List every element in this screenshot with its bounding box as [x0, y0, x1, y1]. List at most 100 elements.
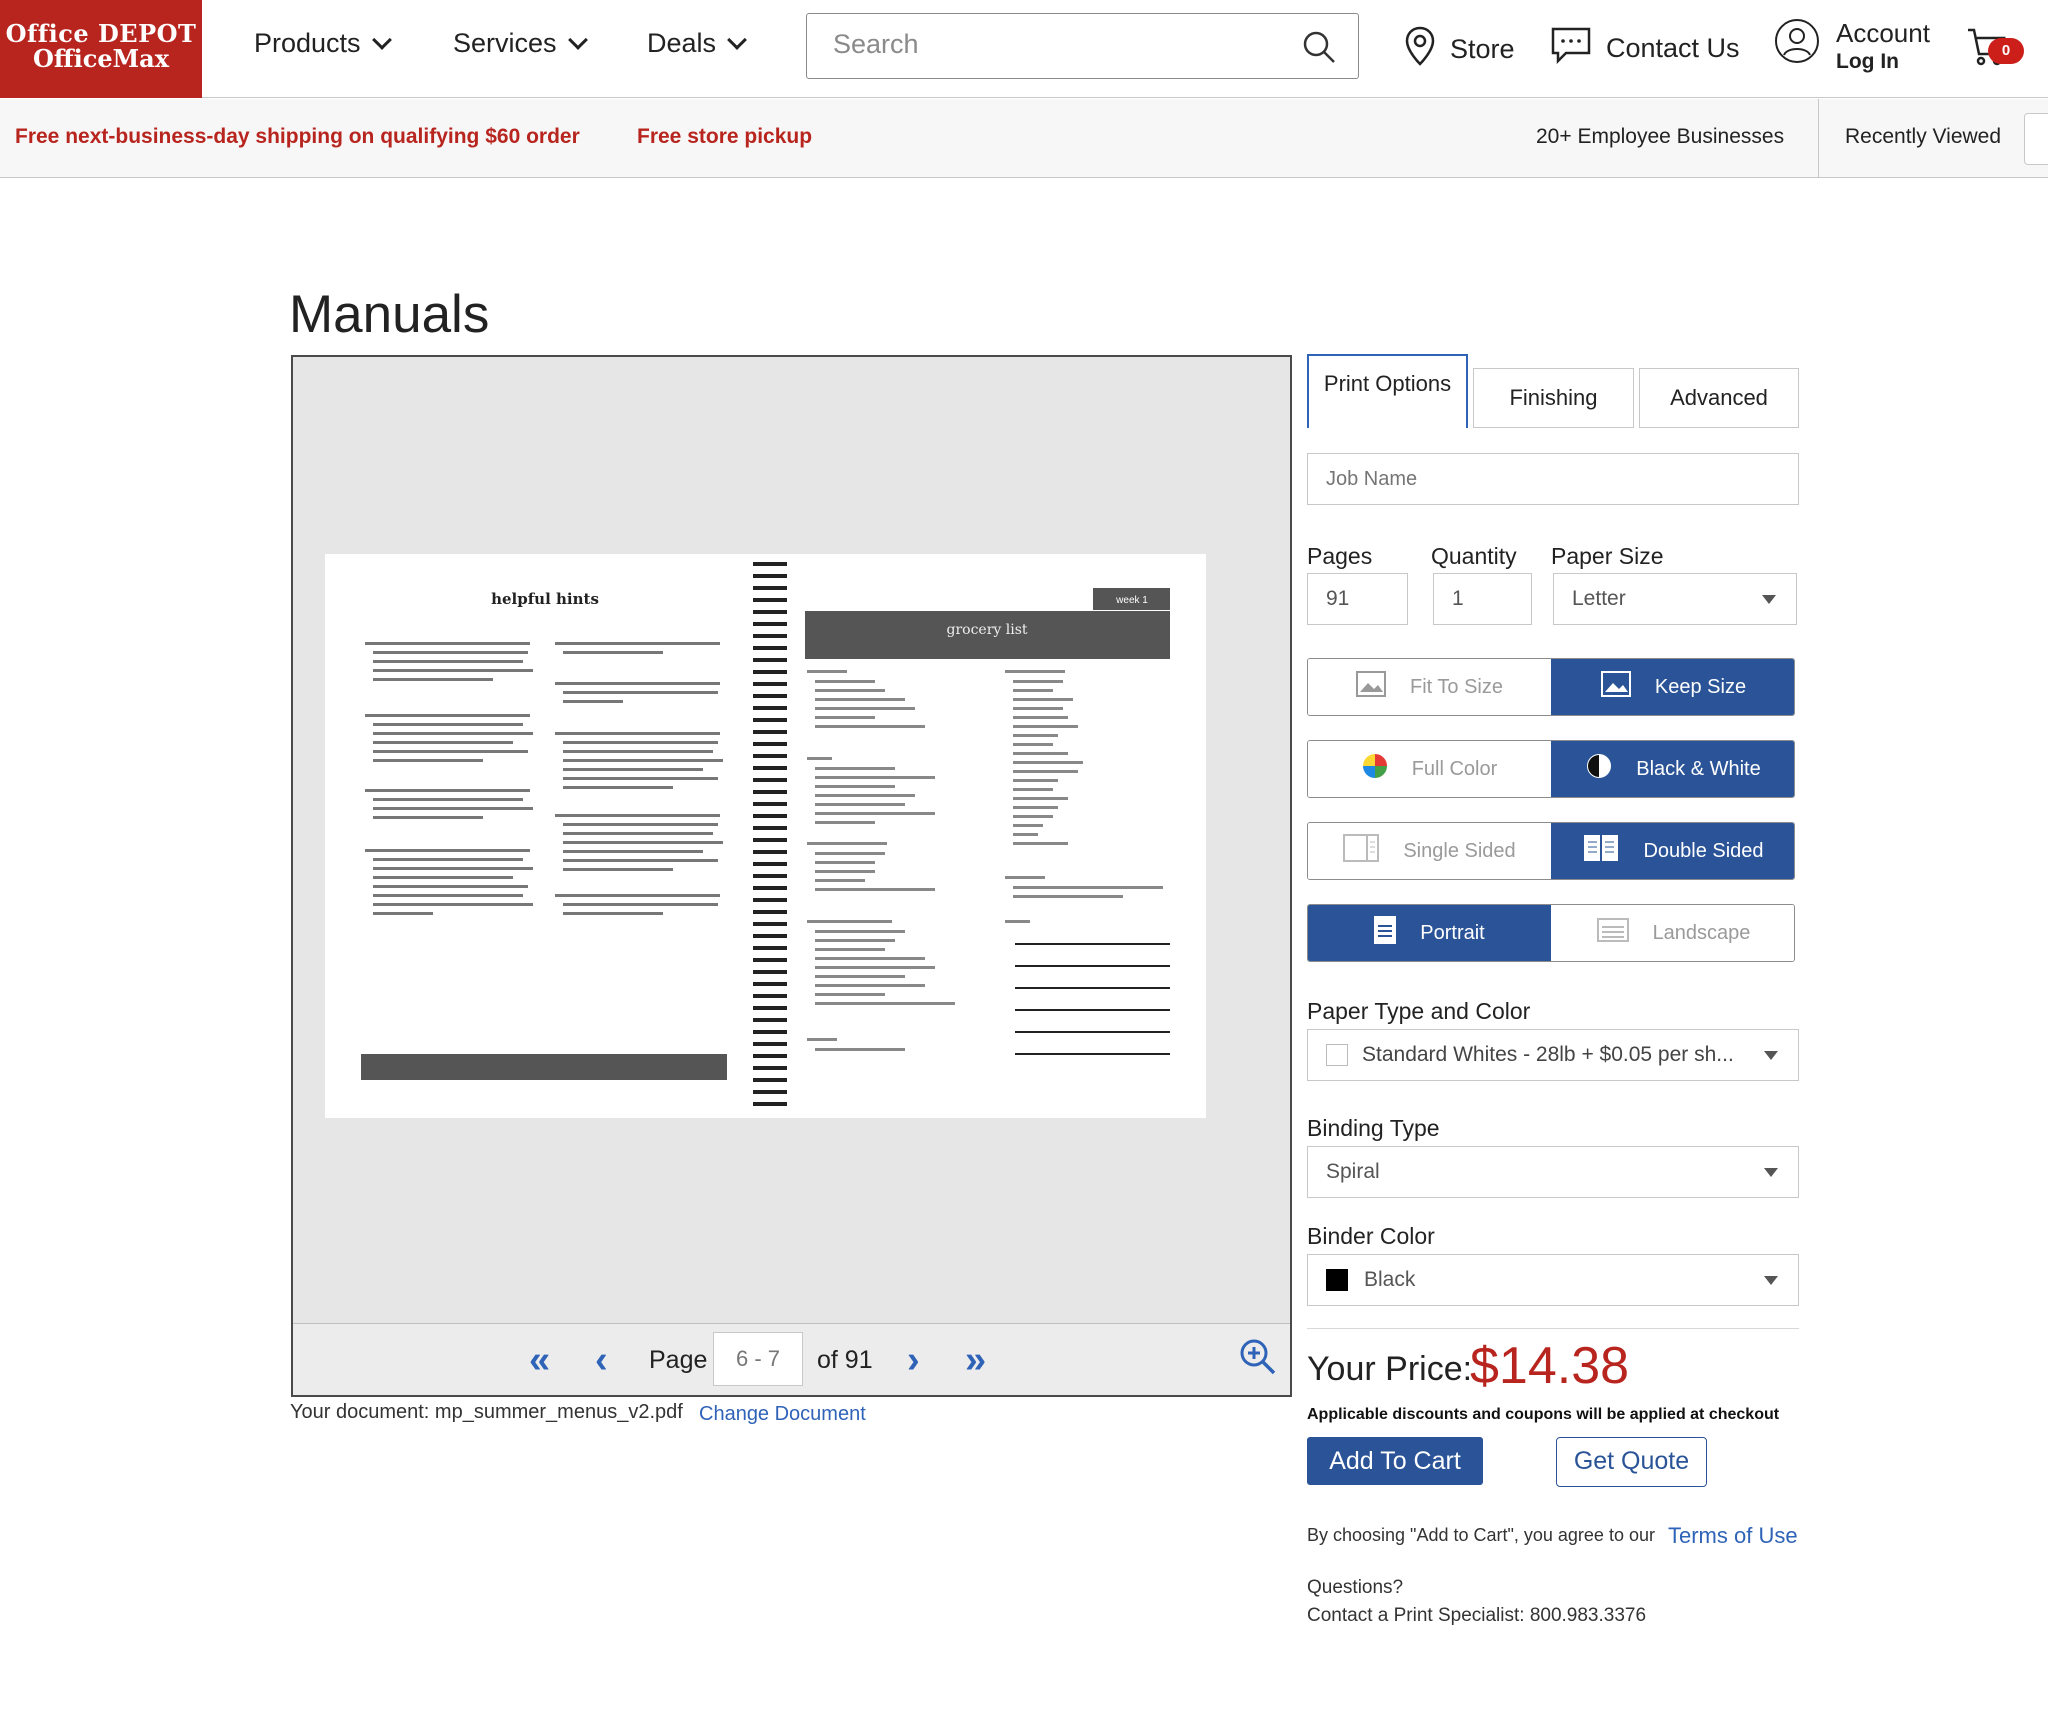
document-name: Your document: mp_summer_menus_v2.pdf: [290, 1401, 683, 1423]
document-page-image: helpful hints week 1 grocery list: [361, 562, 1170, 1106]
single-sided-label: Single Sided: [1403, 839, 1516, 862]
paper-size-select[interactable]: Letter: [1553, 573, 1797, 625]
account-menu[interactable]: Account Log In: [1774, 18, 1930, 73]
contrast-icon: [1586, 753, 1612, 785]
paper-size-value: Letter: [1572, 587, 1626, 610]
job-name-input[interactable]: [1307, 453, 1799, 505]
paper-swatch: [1326, 1044, 1348, 1066]
print-specialist-contact: Contact a Print Specialist: 800.983.3376: [1307, 1605, 1647, 1626]
binding-type-label: Binding Type: [1307, 1115, 1440, 1141]
binding-type-select[interactable]: Spiral: [1307, 1146, 1799, 1198]
fit-to-size-option[interactable]: Fit To Size: [1308, 659, 1551, 715]
previous-page-icon[interactable]: ‹: [595, 1341, 608, 1379]
page-label: Page: [649, 1346, 708, 1374]
user-icon: [1774, 19, 1820, 68]
binder-color-label: Binder Color: [1307, 1223, 1435, 1249]
cart-button[interactable]: 0: [1966, 26, 2024, 73]
price-divider: [1307, 1328, 1799, 1329]
next-page-icon[interactable]: ›: [907, 1341, 920, 1379]
binding-type-value: Spiral: [1326, 1160, 1380, 1183]
paper-type-label: Paper Type and Color: [1307, 998, 1531, 1024]
double-sided-label: Double Sided: [1643, 839, 1764, 862]
double-sided-option[interactable]: Double Sided: [1551, 823, 1794, 879]
document-preview: helpful hints week 1 grocery list « ‹ Pa…: [291, 355, 1292, 1397]
business-link[interactable]: 20+ Employee Businesses: [1536, 125, 1784, 149]
tab-finishing[interactable]: Finishing: [1473, 368, 1634, 428]
landscape-option[interactable]: Landscape: [1551, 905, 1794, 961]
dropdown-caret-icon: [1764, 1051, 1778, 1060]
recently-viewed-toggle[interactable]: [2024, 113, 2048, 165]
keep-size-label: Keep Size: [1654, 675, 1747, 698]
nav-deals-label: Deals: [647, 28, 717, 58]
get-quote-button[interactable]: Get Quote: [1556, 1437, 1707, 1487]
color-toggle: Full Color Black & White: [1307, 740, 1795, 798]
page-total: of 91: [817, 1346, 873, 1374]
pages-field[interactable]: 91: [1307, 573, 1408, 625]
tab-advanced[interactable]: Advanced: [1639, 368, 1799, 428]
login-label: Log In: [1836, 50, 1899, 73]
portrait-option[interactable]: Portrait: [1308, 905, 1551, 961]
chevron-down-icon: [371, 29, 392, 50]
price-value: $14.38: [1470, 1337, 1630, 1395]
sides-toggle: Single Sided Double Sided: [1307, 822, 1795, 880]
paper-size-label: Paper Size: [1551, 543, 1664, 569]
page-number-input[interactable]: [713, 1332, 803, 1386]
tab-print-options[interactable]: Print Options: [1307, 354, 1468, 428]
nav-services-label: Services: [453, 28, 557, 58]
questions-text: Questions?: [1307, 1577, 1404, 1598]
zoom-in-icon[interactable]: [1239, 1338, 1277, 1381]
contact-us-link[interactable]: Contact Us: [1550, 26, 1740, 71]
logo-line-1: Office DEPOT: [5, 19, 197, 48]
paper-type-select[interactable]: Standard Whites - 28lb + $0.05 per sh...: [1307, 1029, 1799, 1081]
left-page-heading: helpful hints: [491, 590, 599, 608]
black-white-label: Black & White: [1636, 757, 1761, 780]
single-sided-option[interactable]: Single Sided: [1308, 823, 1551, 879]
quantity-field[interactable]: 1: [1433, 573, 1532, 625]
binder-color-value: Black: [1364, 1268, 1416, 1291]
add-to-cart-button[interactable]: Add To Cart: [1307, 1437, 1483, 1485]
free-shipping-link[interactable]: Free next-business-day shipping on quali…: [15, 125, 580, 149]
week-tag: week 1: [1115, 595, 1148, 606]
promo-bar: Free next-business-day shipping on quali…: [0, 99, 2048, 178]
first-page-icon[interactable]: «: [529, 1341, 550, 1379]
search-icon[interactable]: [1302, 30, 1336, 69]
chevron-down-icon: [567, 29, 588, 50]
binder-color-select[interactable]: Black: [1307, 1254, 1799, 1306]
logo-line-2: OfficeMax: [32, 44, 170, 73]
color-wheel-icon: [1362, 753, 1388, 785]
nav-products[interactable]: Products: [254, 28, 392, 59]
search-box: [806, 13, 1359, 79]
binder-color-swatch: [1326, 1269, 1348, 1291]
black-white-option[interactable]: Black & White: [1551, 741, 1794, 797]
store-label: Store: [1450, 34, 1515, 64]
double-page-icon: [1583, 834, 1619, 868]
dropdown-caret-icon: [1762, 595, 1776, 604]
last-page-icon[interactable]: »: [965, 1341, 986, 1379]
chevron-down-icon: [727, 29, 747, 50]
search-input[interactable]: [833, 14, 1313, 74]
size-toggle: Fit To Size Keep Size: [1307, 658, 1795, 716]
landscape-icon: [1596, 918, 1629, 948]
right-page-heading: grocery list: [946, 622, 1027, 638]
account-label: Account: [1836, 18, 1930, 48]
single-page-icon: [1343, 834, 1380, 868]
portrait-label: Portrait: [1420, 921, 1485, 944]
price-label: Your Price:: [1307, 1350, 1473, 1388]
recently-viewed-link[interactable]: Recently Viewed: [1845, 125, 2001, 149]
portrait-icon: [1374, 916, 1397, 950]
document-spread: helpful hints week 1 grocery list: [325, 554, 1206, 1118]
office-depot-logo[interactable]: Office DEPOT OfficeMax: [0, 0, 202, 98]
free-pickup-link[interactable]: Free store pickup: [637, 125, 812, 149]
nav-deals[interactable]: Deals: [647, 28, 747, 59]
orientation-toggle: Portrait Landscape: [1307, 904, 1795, 962]
map-pin-icon: [1404, 26, 1436, 73]
keep-size-option[interactable]: Keep Size: [1551, 659, 1794, 715]
cart-count-badge: 0: [1988, 38, 2024, 64]
terms-of-use-link[interactable]: Terms of Use: [1668, 1523, 1798, 1549]
nav-services[interactable]: Services: [453, 28, 588, 59]
site-header: Office DEPOT OfficeMax Products Services…: [0, 0, 2048, 98]
quantity-value: 1: [1452, 587, 1464, 610]
store-link[interactable]: Store: [1404, 26, 1515, 73]
change-document-link[interactable]: Change Document: [699, 1403, 866, 1426]
full-color-option[interactable]: Full Color: [1308, 741, 1551, 797]
